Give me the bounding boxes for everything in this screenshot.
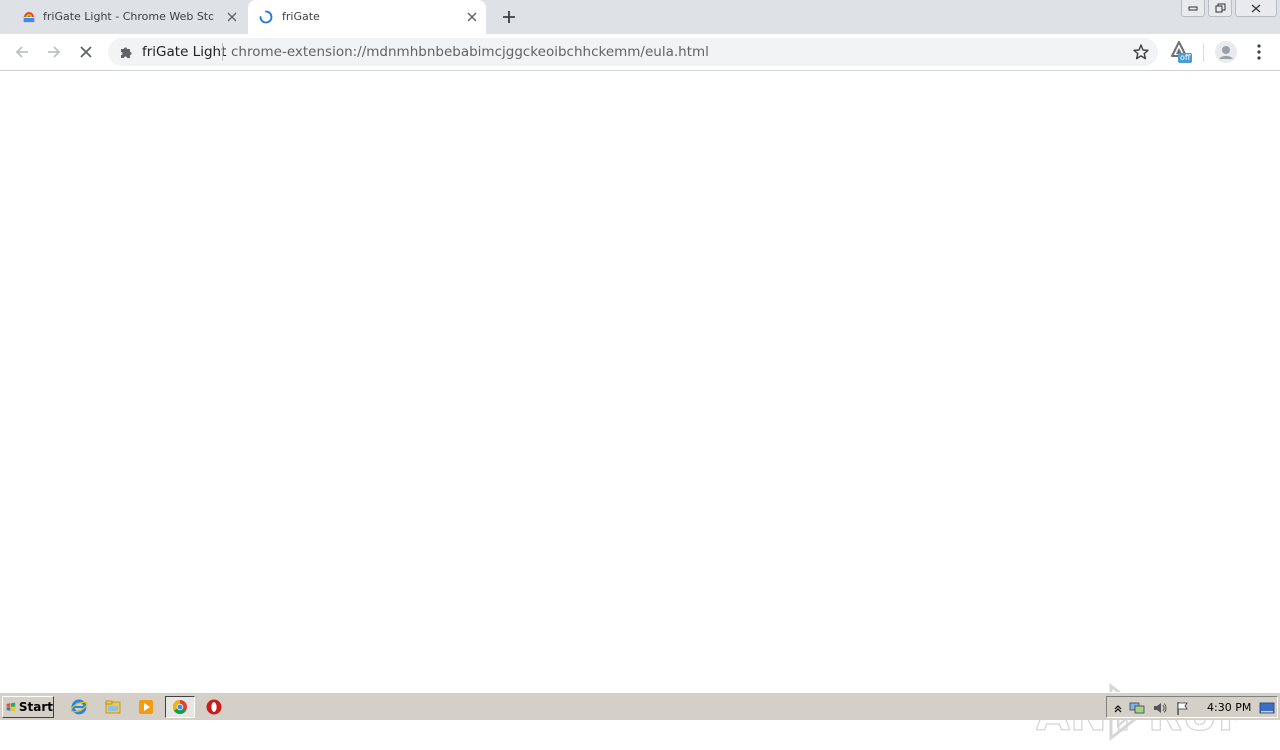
tab-strip: friGate Light - Chrome Web Store friGate <box>0 0 1280 34</box>
profile-button[interactable] <box>1214 40 1238 64</box>
start-button[interactable]: Start <box>2 696 54 718</box>
chrome-web-store-icon <box>22 12 36 23</box>
volume-icon[interactable] <box>1152 700 1168 716</box>
system-tray: 4:30 PM <box>1106 696 1278 718</box>
minimize-button[interactable] <box>1181 0 1205 17</box>
file-explorer-icon[interactable] <box>104 698 122 716</box>
minimize-icon <box>1188 6 1198 11</box>
tab-frigate[interactable]: friGate <box>248 0 486 34</box>
show-hidden-icons-icon[interactable] <box>1110 700 1126 716</box>
stop-loading-button[interactable] <box>74 40 98 64</box>
close-window-button[interactable] <box>1235 0 1277 17</box>
internet-explorer-icon[interactable] <box>70 698 88 716</box>
tab-title: friGate <box>282 10 320 23</box>
tab-title: friGate Light - Chrome Web Store <box>43 10 213 23</box>
tab-chrome-web-store[interactable]: friGate Light - Chrome Web Store <box>10 0 246 34</box>
address-bar[interactable]: friGate Light chrome-extension://mdnmhbn… <box>108 38 1158 66</box>
url-text[interactable]: chrome-extension://mdnmhbnbebabimcjggcke… <box>231 44 709 60</box>
loading-spinner-icon <box>259 10 273 24</box>
plus-icon <box>503 11 515 23</box>
chrome-menu-button[interactable] <box>1250 40 1268 64</box>
origin-separator <box>222 43 223 61</box>
tab-close-icon[interactable] <box>224 9 240 25</box>
arrow-right-icon <box>48 46 61 58</box>
network-icon[interactable] <box>1129 700 1145 716</box>
window-controls <box>1181 0 1280 18</box>
new-tab-button[interactable] <box>499 7 519 27</box>
restore-icon <box>1215 3 1225 13</box>
chrome-icon <box>173 700 187 714</box>
start-label: Start <box>18 700 53 714</box>
toolbar-divider <box>1203 44 1204 62</box>
extension-puzzle-icon <box>121 47 132 58</box>
close-icon <box>1251 4 1261 12</box>
opera-icon[interactable] <box>205 698 223 716</box>
media-player-icon[interactable] <box>137 698 155 716</box>
arrow-left-icon <box>15 46 28 58</box>
page-content: ANY RUN <box>0 72 1280 742</box>
tab-close-icon[interactable] <box>464 9 480 25</box>
frigate-extension-button[interactable]: off <box>1168 39 1194 65</box>
more-vert-icon <box>1257 44 1261 60</box>
taskbar-chrome-button[interactable] <box>165 696 195 718</box>
windows-logo-icon <box>6 702 16 712</box>
forward-button[interactable] <box>42 40 66 64</box>
extension-badge: off <box>1178 53 1193 63</box>
stop-x-icon <box>80 46 92 58</box>
show-desktop-icon[interactable] <box>1259 700 1275 716</box>
avatar-icon <box>1215 41 1237 63</box>
windows-taskbar: Start 4:30 PM <box>0 692 1280 720</box>
site-origin-label: friGate Light <box>142 44 227 60</box>
bookmark-star-icon[interactable] <box>1132 43 1150 61</box>
back-button[interactable] <box>10 40 34 64</box>
action-center-flag-icon[interactable] <box>1175 700 1191 716</box>
clock[interactable]: 4:30 PM <box>1207 701 1251 715</box>
browser-toolbar: friGate Light chrome-extension://mdnmhbn… <box>0 34 1280 71</box>
restore-button[interactable] <box>1208 0 1232 17</box>
